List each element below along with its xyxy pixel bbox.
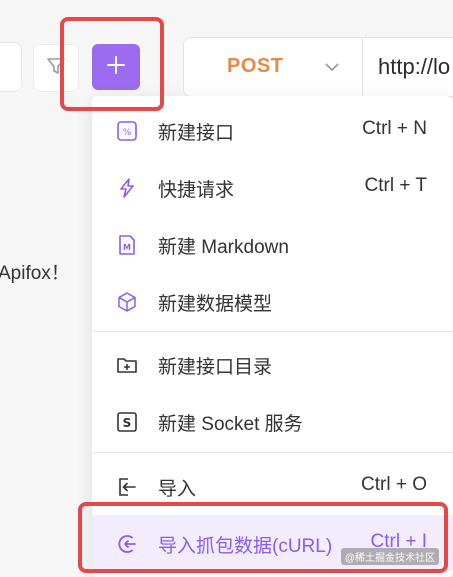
import-icon — [116, 476, 138, 498]
svg-text:M: M — [123, 243, 131, 252]
menu-divider — [92, 452, 453, 453]
menu-item-label: 新建接口目录 — [158, 357, 273, 378]
menu-item-label: 导入 — [158, 479, 197, 500]
menu-item-label: 新建数据模型 — [158, 294, 273, 315]
menu-item-shortcut: Ctrl + N — [362, 118, 427, 139]
menu-item-new-data-model[interactable]: 新建数据模型 — [92, 273, 453, 329]
menu-item-shortcut: Ctrl + O — [361, 474, 427, 495]
menu-item-new-api-folder[interactable]: 新建接口目录 — [92, 336, 453, 392]
watermark: @稀土掘金技术社区 — [340, 548, 439, 565]
svg-text:%: % — [123, 128, 132, 138]
menu-item-new-socket[interactable]: S 新建 Socket 服务 — [92, 393, 453, 449]
menu-divider — [92, 331, 453, 332]
menu-item-label: 新建 Markdown — [158, 237, 289, 258]
method-label: POST — [227, 55, 284, 77]
folder-add-icon — [116, 354, 138, 376]
method-select[interactable]: POST — [184, 38, 362, 96]
search-input[interactable] — [0, 42, 22, 92]
markdown-icon: M — [116, 234, 138, 256]
lightning-icon — [116, 177, 138, 199]
cube-icon — [116, 291, 138, 313]
api-doc-icon: % — [116, 120, 138, 142]
menu-item-label: 新建 Socket 服务 — [158, 414, 303, 435]
divider — [362, 38, 363, 96]
svg-text:S: S — [123, 416, 132, 430]
menu-item-label: 快捷请求 — [158, 180, 235, 201]
chevron-down-icon — [323, 58, 341, 81]
menu-item-shortcut: Ctrl + T — [364, 175, 427, 196]
menu-item-new-markdown[interactable]: M 新建 Markdown — [92, 216, 453, 272]
highlight-add-button — [60, 17, 164, 111]
menu-item-quick-request[interactable]: 快捷请求 Ctrl + T — [92, 159, 453, 215]
socket-icon: S — [116, 411, 138, 433]
url-input[interactable]: http://lo — [378, 54, 450, 80]
menu-item-label: 新建接口 — [158, 123, 235, 144]
request-bar: POST http://lo — [183, 37, 453, 97]
welcome-text: Apifox！ — [0, 263, 70, 284]
